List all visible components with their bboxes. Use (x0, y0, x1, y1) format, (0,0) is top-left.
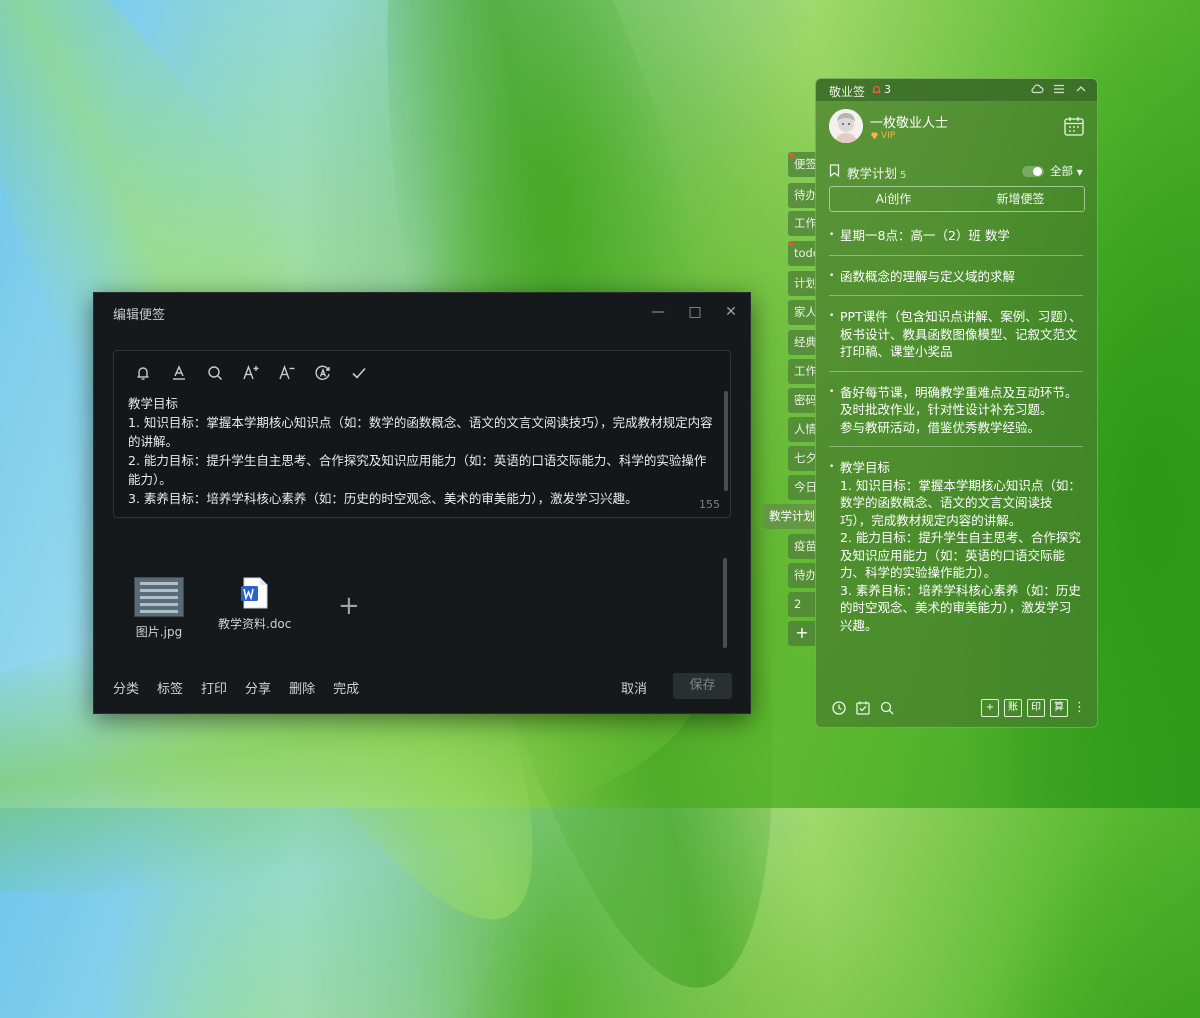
create-actions: Ai创作 新增便签 (829, 186, 1085, 212)
vip-label: VIP (881, 131, 896, 141)
panel-bottom-bar: + 账 印 算 ⋮ (816, 691, 1097, 727)
unread-dot (789, 242, 793, 246)
calendar-icon[interactable] (1063, 115, 1085, 137)
category-tab[interactable]: 便签 (788, 152, 816, 177)
list-count: 5 (900, 170, 907, 181)
search-icon[interactable] (204, 362, 226, 384)
bookmark-icon (829, 164, 840, 177)
more-icon[interactable]: ⋮ (1073, 700, 1086, 716)
maximize-icon[interactable]: □ (684, 301, 706, 323)
minimize-icon[interactable]: — (647, 301, 669, 323)
reminder-count: 3 (884, 83, 891, 96)
app-name: 敬业签 (829, 85, 866, 99)
check-icon[interactable] (348, 362, 370, 384)
attachment-name: 教学资料.doc (218, 617, 292, 631)
collapse-chevron-icon[interactable] (1074, 82, 1088, 96)
font-size-increase-icon[interactable] (240, 362, 262, 384)
note-item[interactable]: 函数概念的理解与定义域的求解 (829, 268, 1083, 296)
category-tab[interactable]: 七夕 (788, 446, 816, 471)
note-editor[interactable]: 教学目标 1. 知识目标：掌握本学期核心知识点（如：数学的函数概念、语文的文言文… (113, 350, 731, 518)
category-tab[interactable]: 待办 (788, 563, 816, 588)
attachments-scrollbar[interactable] (723, 558, 727, 648)
category-tab[interactable]: 2 (788, 592, 816, 617)
note-item[interactable]: 教学目标 1. 知识目标：掌握本学期核心知识点（如：数学的函数概念、语文的文言文… (829, 459, 1083, 644)
filter-dropdown[interactable]: 全部 ▼ (1050, 163, 1083, 179)
image-thumbnail (134, 577, 184, 617)
save-button[interactable]: 保存 (673, 673, 732, 699)
user-name: 一枚敬业人士 (870, 116, 949, 131)
notes-panel: 敬业签 3 一枚敬业人士 VIP 教学计划5 全部 ▼ Ai创作 新增便签 星期… (815, 78, 1098, 728)
category-tab[interactable]: 今日 (788, 475, 816, 500)
ai-create-button[interactable]: Ai创作 (830, 187, 957, 211)
category-button[interactable]: 分类 (113, 678, 139, 697)
cancel-button[interactable]: 取消 (621, 678, 647, 697)
menu-icon[interactable] (1052, 82, 1066, 96)
print-button[interactable]: 打印 (201, 678, 227, 697)
share-button[interactable]: 分享 (245, 678, 271, 697)
unread-dot (789, 153, 793, 157)
print-button[interactable]: 印 (1027, 699, 1045, 717)
attachment-name: 图片.jpg (135, 625, 183, 639)
char-count: 155 (699, 498, 720, 511)
list-title: 教学计划 (847, 166, 898, 181)
auto-format-icon[interactable] (312, 362, 334, 384)
chevron-down-icon: ▼ (1076, 168, 1083, 177)
done-button[interactable]: 完成 (333, 678, 359, 697)
font-size-decrease-icon[interactable] (276, 362, 298, 384)
add-category-button[interactable]: + (788, 621, 816, 646)
note-content[interactable]: 教学目标 1. 知识目标：掌握本学期核心知识点（如：数学的函数概念、语文的文言文… (128, 394, 713, 508)
reminder-bell-icon (872, 85, 881, 93)
note-item[interactable]: 备好每节课，明确教学重难点及互动环节。 及时批改作业，针对性设计补充习题。 参与… (829, 384, 1083, 447)
text-color-icon[interactable] (168, 362, 190, 384)
reminder-indicator[interactable]: 3 (871, 83, 891, 96)
dialog-actions: 分类 标签 打印 分享 删除 完成 (113, 678, 359, 697)
panel-top-controls (1030, 82, 1088, 96)
new-note-button[interactable]: 新增便签 (957, 187, 1084, 211)
editor-scrollbar[interactable] (724, 391, 728, 491)
clock-icon[interactable] (831, 700, 847, 716)
category-tab[interactable]: 人情 (788, 417, 816, 442)
tag-button[interactable]: 标签 (157, 678, 183, 697)
edit-note-dialog: 编辑便签 — □ ✕ 教学目标 1. 知识目标：掌握本学期核心知识点（如：数学的… (93, 292, 751, 714)
add-attachment-icon[interactable]: + (338, 593, 360, 619)
avatar[interactable] (829, 109, 863, 143)
note-item[interactable]: 星期一8点：高一（2）班 数学 (829, 227, 1083, 256)
notes-list: 星期一8点：高一（2）班 数学 函数概念的理解与定义域的求解 PPT课件（包含知… (829, 227, 1083, 656)
vip-badge: VIP (870, 131, 895, 141)
diamond-icon (871, 132, 878, 140)
category-tab[interactable]: 工作 (788, 211, 816, 236)
delete-button[interactable]: 删除 (289, 678, 315, 697)
category-tab[interactable]: 工作 (788, 359, 816, 384)
category-tab[interactable]: todo (788, 241, 816, 266)
category-tab[interactable]: 家人 (788, 300, 816, 325)
category-tab[interactable]: 经典 (788, 330, 816, 355)
note-item[interactable]: PPT课件（包含知识点讲解、案例、习题）、板书设计、教具函数图像模型、记叙文范文… (829, 308, 1083, 372)
category-tab[interactable]: 密码 (788, 388, 816, 413)
category-tab[interactable]: 疫苗 (788, 534, 816, 559)
dialog-title: 编辑便签 (113, 308, 166, 323)
bell-icon[interactable] (132, 362, 154, 384)
show-completed-toggle[interactable] (1022, 166, 1044, 177)
close-icon[interactable]: ✕ (720, 301, 742, 323)
todo-check-icon[interactable] (855, 700, 871, 716)
word-doc-icon (240, 577, 270, 609)
calculator-button[interactable]: 算 (1050, 699, 1068, 717)
search-icon[interactable] (879, 700, 895, 716)
add-note-button[interactable]: + (981, 699, 999, 717)
list-header: 教学计划 5 全部 ▼ (829, 162, 1085, 182)
account-button[interactable]: 账 (1004, 699, 1022, 717)
attachment-doc[interactable]: 教学资料.doc (218, 577, 291, 632)
format-toolbar (132, 362, 370, 384)
category-tab[interactable]: 计划 (788, 271, 816, 296)
category-tab[interactable]: 待办 (788, 183, 816, 208)
cloud-sync-icon[interactable] (1030, 82, 1044, 96)
filter-label: 全部 (1050, 164, 1073, 178)
attachment-image[interactable]: 图片.jpg (134, 577, 184, 640)
category-tab-active[interactable]: 教学计划 (763, 504, 816, 529)
